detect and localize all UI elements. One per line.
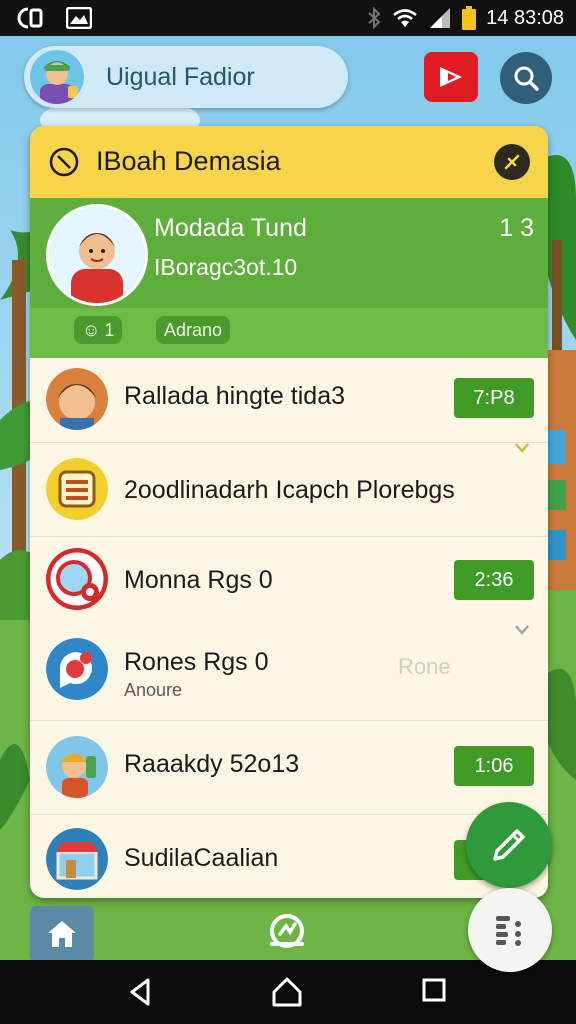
featured-avatar: [46, 204, 148, 306]
featured-contact[interactable]: Modada Tund 1 3 IBoragc3ot.10 ☺ 1 Adrano: [30, 198, 548, 358]
list-item[interactable]: Monna Rgs 0 2:36: [30, 536, 548, 624]
time-badge: 7:P8: [454, 378, 534, 418]
featured-subtitle: IBoragc3ot.10: [154, 254, 298, 280]
chat-panel: IBoah Demasia Modada Tund 1 3 IBoragc3ot…: [30, 126, 548, 898]
featured-count: 1 3: [499, 214, 534, 242]
contact-name: Rallada hingte tida3: [124, 382, 345, 410]
list-item[interactable]: Rones Rgs 0 Anoure Rone: [30, 624, 548, 720]
smile-icon: ☺: [82, 319, 101, 340]
reaction-count: 1: [104, 319, 115, 340]
battery-icon: [462, 6, 477, 30]
contact-avatar: [46, 638, 108, 700]
home-nav-icon[interactable]: [270, 976, 304, 1008]
menu-button[interactable]: [468, 888, 552, 972]
list-item[interactable]: Rallada hingte tida3 7:P8: [30, 358, 548, 442]
search-button[interactable]: [500, 52, 552, 104]
chevron-down-icon: [515, 443, 529, 453]
contact-avatar: [46, 548, 108, 610]
contact-avatar: [46, 458, 108, 520]
contact-avatar: [46, 828, 108, 890]
app-notification-icon: [17, 7, 43, 29]
close-button[interactable]: [494, 144, 530, 180]
contact-name: Rones Rgs 0: [124, 648, 269, 676]
contact-name: SudilaCaalian: [124, 844, 279, 872]
time-badge: 2:36: [454, 560, 534, 600]
status-bar: 14 83:08: [0, 0, 576, 36]
status-time: 14 83:08: [486, 6, 564, 29]
home-tab[interactable]: [30, 906, 94, 962]
featured-name: Modada Tund: [154, 214, 307, 242]
play-icon: [440, 67, 462, 87]
close-icon: [504, 154, 520, 170]
recents-icon[interactable]: [420, 976, 448, 1006]
list-item[interactable]: 2oodlinadarh Icapch Plorebgs: [30, 442, 548, 534]
menu-icon: [496, 916, 521, 946]
bluetooth-icon: [368, 7, 381, 29]
home-icon: [48, 921, 76, 947]
time-badge: 1:06: [454, 746, 534, 786]
reaction-chip[interactable]: ☺ 1: [74, 316, 123, 344]
contact-name: Raaakdy 52o13: [124, 750, 300, 778]
contact-subtitle: Anoure: [124, 680, 183, 700]
muted-label: Rone: [398, 654, 451, 679]
panel-title: IBoah Demasia: [96, 146, 281, 176]
contact-avatar: [46, 736, 108, 798]
compose-button[interactable]: [466, 802, 552, 888]
chevron-down-icon: [515, 625, 529, 635]
image-notification-icon: [66, 7, 92, 29]
contact-name: 2oodlinadarh Icapch Plorebgs: [124, 476, 455, 504]
panel-header: IBoah Demasia: [30, 126, 548, 198]
search-icon: [514, 66, 539, 91]
contact-avatar: [46, 368, 108, 430]
block-icon[interactable]: [48, 146, 80, 178]
back-icon[interactable]: [126, 976, 154, 1008]
profile-avatar: [30, 50, 84, 104]
profile-name: Uigual Fadior: [106, 62, 255, 91]
list-item[interactable]: Raaakdy 52o13 1:06: [30, 720, 548, 816]
add-chip-label: Adrano: [164, 319, 223, 340]
contact-name: Monna Rgs 0: [124, 566, 273, 594]
edit-icon: [493, 829, 525, 861]
profile-chip[interactable]: Uigual Fadior: [24, 46, 348, 108]
activity-icon[interactable]: [262, 906, 312, 956]
add-chip[interactable]: Adrano: [156, 316, 231, 344]
wifi-icon: [393, 9, 417, 27]
signal-icon: [430, 8, 451, 28]
video-button[interactable]: [424, 52, 478, 102]
system-nav-bar: [0, 960, 576, 1024]
